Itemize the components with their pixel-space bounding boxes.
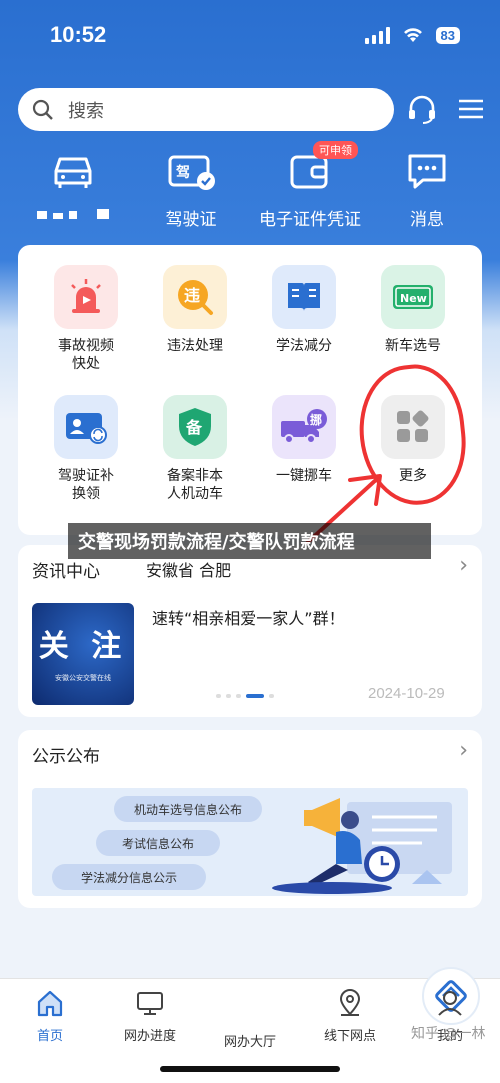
shield-icon: 备 (179, 408, 211, 446)
news-card[interactable]: 资讯中心 安徽省 合肥 › 关 注 安徽公安交警在线 速转“相亲相爱一家人”群！… (18, 545, 482, 717)
status-time: 10:52 (50, 22, 107, 47)
plate-icon: New (393, 285, 433, 309)
notice-pill[interactable]: 考试信息公布 (96, 830, 220, 856)
headset-icon[interactable] (405, 92, 439, 126)
quick-item-license[interactable]: 驾 驾驶证 (126, 145, 256, 230)
tab-label: 首页 (36, 1029, 63, 1044)
notice-illustration (272, 798, 452, 894)
wifi-icon (403, 28, 422, 42)
notice-card[interactable]: 公示公布 › 机动车选号信息公布 考试信息公布 学法减分信息公示 (18, 730, 482, 908)
tab-home[interactable]: 首页 (0, 987, 100, 1044)
violation-icon: 违 (178, 280, 213, 315)
service-label: 新车选号 (385, 338, 441, 354)
service-license-renewal[interactable]: 驾驶证补 换领 (36, 395, 136, 503)
quick-label: 消息 (410, 210, 444, 230)
service-label: 学法减分 (276, 338, 332, 354)
location-icon (339, 989, 361, 1016)
service-label: 驾驶证补 换领 (58, 468, 114, 502)
service-label: 备案非本 人机动车 (167, 468, 223, 502)
service-accident-video[interactable]: 事故视频 快处 (36, 265, 136, 373)
book-icon (288, 283, 320, 311)
chevron-right-icon[interactable]: › (459, 738, 468, 763)
message-icon (408, 154, 446, 189)
news-region[interactable]: 安徽省 合肥 (146, 557, 231, 581)
truck-icon: 挪 (281, 409, 327, 444)
svg-text:挪: 挪 (310, 412, 322, 427)
search-icon (32, 99, 53, 120)
id-card-icon (66, 413, 107, 444)
tab-label: 网办进度 (123, 1029, 176, 1044)
news-thumbnail-sub: 安徽公安交警在线 (55, 674, 111, 682)
news-date: 2024-10-29 (368, 685, 445, 702)
user-icon (438, 991, 462, 1016)
masked-label (8, 209, 138, 219)
tab-label: 网办大厅 (223, 1035, 276, 1050)
service-new-plate[interactable]: New 新车选号 (363, 265, 463, 355)
service-label: 事故视频 快处 (58, 338, 114, 372)
home-icon (37, 990, 63, 1017)
monitor-icon (137, 992, 163, 1015)
news-section-title: 资讯中心 (32, 562, 100, 582)
status-indicators: 83 (364, 26, 460, 44)
quick-access-row: 驾 驾驶证 可申领 电子证件凭证 消息 (0, 141, 500, 230)
service-register-vehicle[interactable]: 备 备案非本 人机动车 (145, 395, 245, 503)
search-placeholder: 搜索 (68, 100, 104, 122)
quick-item-vehicle[interactable] (8, 145, 138, 219)
status-bar: 10:52 83 (0, 0, 500, 70)
license-icon: 驾 (168, 155, 215, 190)
tab-progress[interactable]: 网办进度 (100, 987, 200, 1044)
search-bar[interactable]: 搜索 (18, 88, 394, 131)
signal-icon (364, 26, 390, 44)
svg-text:备: 备 (185, 418, 203, 437)
tab-label: 线下网点 (323, 1029, 376, 1044)
carousel-indicator (216, 694, 274, 698)
apply-badge: 可申领 (313, 141, 358, 159)
quick-item-e-certificate[interactable]: 可申领 电子证件凭证 (245, 141, 375, 230)
tab-offline-points[interactable]: 线下网点 (300, 987, 400, 1044)
service-study-deduction[interactable]: 学法减分 (254, 265, 354, 355)
notice-pill[interactable]: 机动车选号信息公布 (114, 796, 262, 822)
news-thumbnail-text: 关 注 (38, 629, 128, 664)
overlay-title-banner: 交警现场罚款流程/交警队罚款流程 (68, 523, 431, 559)
svg-text:New: New (400, 292, 427, 305)
home-indicator (160, 1066, 340, 1072)
quick-label: 驾驶证 (165, 210, 217, 230)
svg-text:违: 违 (184, 286, 200, 305)
news-thumbnail[interactable]: 关 注 安徽公安交警在线 (32, 603, 134, 705)
news-headline[interactable]: 速转“相亲相爱一家人”群！ (152, 605, 345, 629)
siren-icon (71, 279, 101, 313)
chevron-right-icon[interactable]: › (459, 553, 468, 578)
service-violation[interactable]: 违 违法处理 (145, 265, 245, 355)
car-icon (54, 157, 92, 188)
notice-section-title: 公示公布 (32, 747, 100, 767)
svg-text:驾: 驾 (175, 164, 190, 181)
battery-icon: 83 (435, 26, 460, 44)
quick-label: 电子证件凭证 (259, 210, 361, 230)
menu-icon[interactable] (455, 92, 489, 126)
quick-item-messages[interactable]: 消息 (362, 145, 492, 230)
tab-online-hall[interactable]: 网办大厅 (200, 967, 480, 1050)
service-label: 违法处理 (167, 338, 223, 354)
notice-banner[interactable]: 机动车选号信息公布 考试信息公布 学法减分信息公示 (32, 788, 468, 896)
watermark-text: 知乎 @一林 (411, 1026, 486, 1042)
notice-pill[interactable]: 学法减分信息公示 (52, 864, 206, 890)
